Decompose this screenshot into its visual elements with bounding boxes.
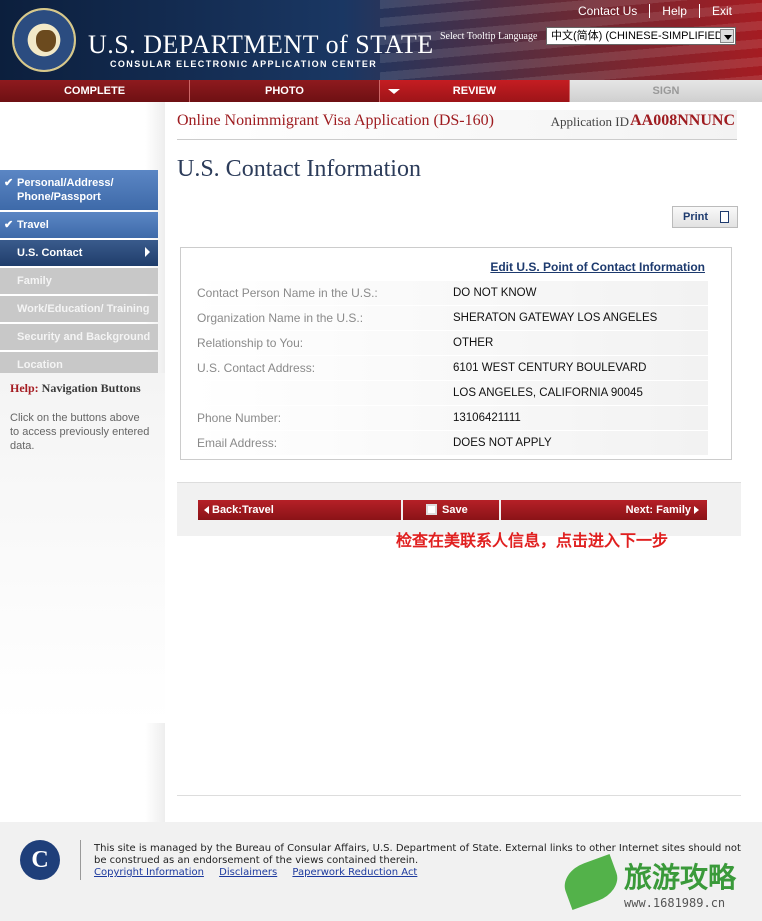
chevron-right-icon [694,506,699,514]
sidebar-item-label: Location [17,359,63,371]
chevron-down-icon [720,29,734,43]
divider [177,795,741,796]
leaf-logo-icon [558,853,624,911]
sidebar-item-label: Security and Background [17,331,151,343]
step-sign: SIGN [570,80,762,102]
row-label: Organization Name in the U.S.: [197,311,364,325]
state-department-seal-icon [12,8,76,72]
top-links: Contact Us Help Exit [566,4,744,18]
next-button[interactable]: Next: Family [501,500,707,520]
sidebar-item-label: Travel [17,219,49,231]
next-label: Next: Family [625,504,691,516]
consular-logo-icon: C [20,840,60,880]
tooltip-language-select[interactable]: 中文(简体) (CHINESE-SIMPLIFIED) [546,27,736,45]
table-row: Email Address: DOES NOT APPLY [193,431,708,456]
progress-steps: COMPLETE PHOTO REVIEW SIGN [0,80,762,102]
row-label: Phone Number: [197,411,282,425]
department-title: U.S. DEPARTMENT of STATE [88,30,434,59]
print-label: Print [683,211,709,223]
help-title-prefix: Help: [10,381,39,395]
sidebar-item-travel[interactable]: ✔ Travel [0,212,158,238]
paperwork-reduction-link[interactable]: Paperwork Reduction Act [292,867,417,878]
table-row: U.S. Contact Address: 6101 WEST CENTURY … [193,356,708,381]
footer-divider [80,840,81,880]
tooltip-language-label: Select Tooltip Language [440,31,538,42]
help-text: Click on the buttons above to access pre… [10,412,150,452]
row-value: DOES NOT APPLY [453,437,552,449]
table-row: Organization Name in the U.S.: SHERATON … [193,306,708,331]
checkmark-icon: ✔ [4,177,14,189]
sidebar-item-us-contact[interactable]: U.S. Contact [0,240,158,266]
row-label: Relationship to You: [197,336,304,350]
table-row: Relationship to You: OTHER [193,331,708,356]
print-button[interactable]: Print [672,206,738,228]
row-value: 6101 WEST CENTURY BOULEVARD [453,362,647,374]
application-id-label: Application ID [550,114,629,129]
department-subtitle: CONSULAR ELECTRONIC APPLICATION CENTER [110,59,378,69]
disclaimers-link[interactable]: Disclaimers [219,867,277,878]
table-row: Contact Person Name in the U.S.: DO NOT … [193,281,708,306]
save-button[interactable]: Save [403,500,499,520]
table-row: LOS ANGELES, CALIFORNIA 90045 [193,381,708,406]
current-step-arrow-icon [388,89,400,94]
checkmark-icon: ✔ [4,219,14,231]
help-title-text: Navigation Buttons [41,381,141,395]
row-label [193,381,453,405]
watermark: 旅游攻略 www.1681989.cn [558,853,760,918]
contact-info-panel: Edit U.S. Point of Contact Information C… [180,247,732,460]
chevron-left-icon [204,506,209,514]
contact-info-rows: Contact Person Name in the U.S.: DO NOT … [193,281,708,456]
row-value: SHERATON GATEWAY LOS ANGELES [453,312,658,324]
row-label: U.S. Contact Address: [197,361,316,375]
document-icon [720,211,729,223]
help-link[interactable]: Help [649,4,699,18]
tooltip-language-value: 中文(简体) (CHINESE-SIMPLIFIED) [551,30,727,42]
sidebar-item-label: Personal/Address/ Phone/Passport [17,177,114,203]
copyright-link[interactable]: Copyright Information [94,867,204,878]
back-label: Back:Travel [212,504,274,516]
row-value: LOS ANGELES, CALIFORNIA 90045 [453,387,643,399]
help-title: Help: Navigation Buttons [10,381,141,396]
sidebar-item-label: Family [17,275,52,287]
step-review-label: REVIEW [452,85,497,97]
sidebar-item-work-education: Work/Education/ Training [0,296,158,322]
application-id: AA008NNUNC [630,112,735,129]
edit-contact-link[interactable]: Edit U.S. Point of Contact Information [490,260,705,274]
back-button[interactable]: Back:Travel [198,500,401,520]
sidebar-nav: ✔ Personal/Address/ Phone/Passport ✔ Tra… [0,170,158,380]
sidebar-item-security: Security and Background [0,324,158,350]
footer-links: Copyright Information Disclaimers Paperw… [94,867,429,878]
watermark-url: www.1681989.cn [624,896,726,910]
step-review[interactable]: REVIEW [380,80,570,102]
row-value: OTHER [453,337,494,349]
sidebar-item-personal[interactable]: ✔ Personal/Address/ Phone/Passport [0,170,158,210]
row-value: DO NOT KNOW [453,287,537,299]
row-label: Email Address: [197,436,278,450]
sidebar-item-label: Work/Education/ Training [17,303,150,315]
row-value: 13106421111 [453,412,521,424]
contact-us-link[interactable]: Contact Us [566,4,649,18]
page-title: U.S. Contact Information [177,156,421,182]
chevron-right-icon [145,247,150,257]
save-label: Save [442,504,468,516]
watermark-main: 旅游攻略 [624,861,737,894]
site-header: U.S. DEPARTMENT of STATE CONSULAR ELECTR… [0,0,762,80]
step-complete[interactable]: COMPLETE [0,80,190,102]
table-row: Phone Number: 13106421111 [193,406,708,431]
save-disk-icon [426,504,437,515]
sidebar-item-family: Family [0,268,158,294]
annotation-text: 检查在美联系人信息，点击进入下一步 [396,531,669,550]
sidebar-item-label: U.S. Contact [17,247,83,259]
application-title: Online Nonimmigrant Visa Application (DS… [177,112,494,129]
application-header: Online Nonimmigrant Visa Application (DS… [177,110,737,140]
row-label: Contact Person Name in the U.S.: [197,286,378,300]
step-photo[interactable]: PHOTO [190,80,380,102]
exit-link[interactable]: Exit [698,4,744,18]
